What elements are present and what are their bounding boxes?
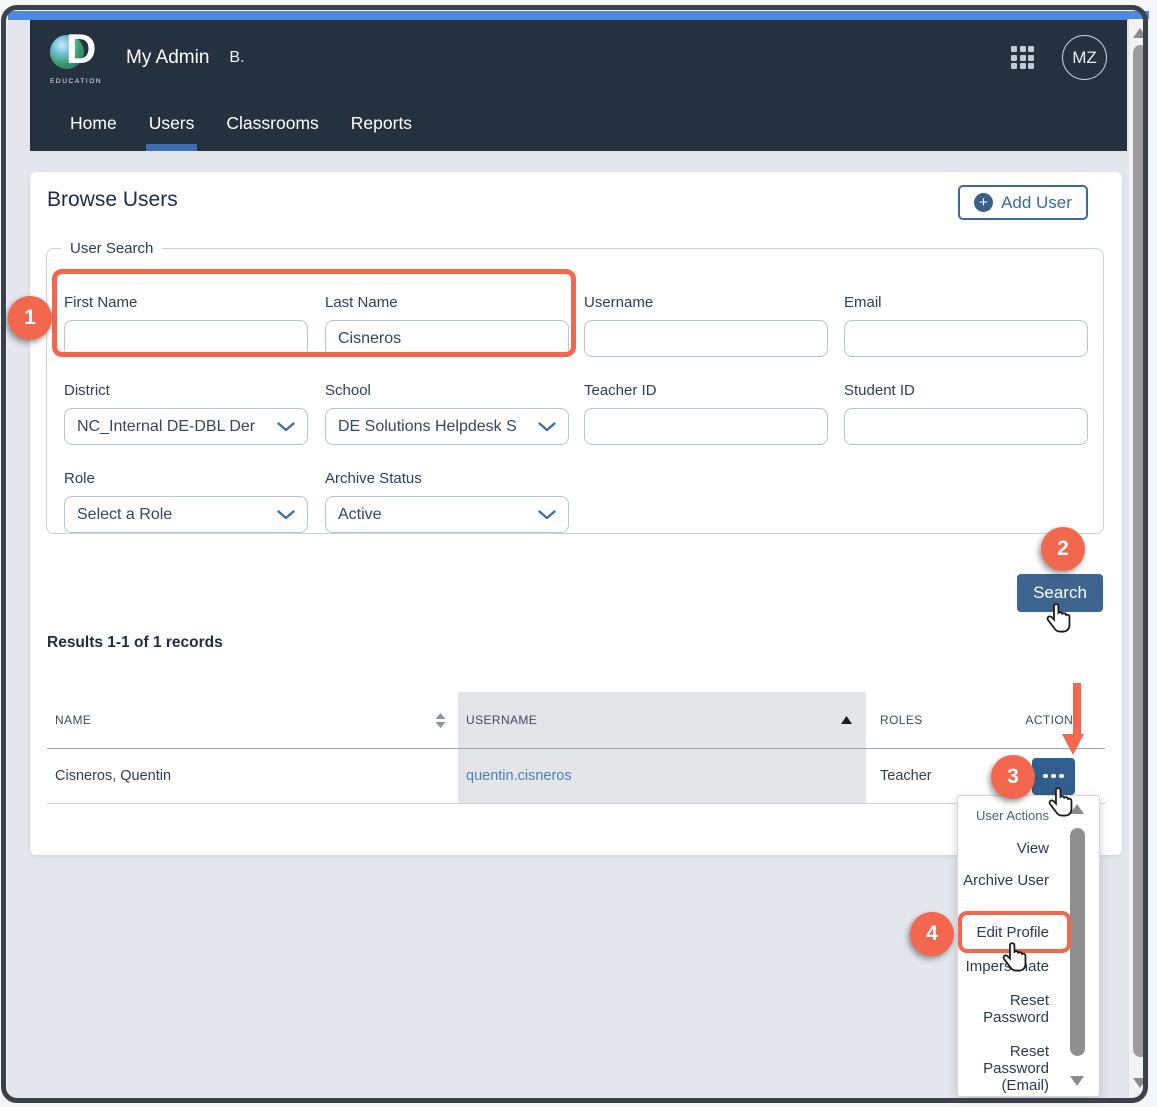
table-row: Cisneros, Quentin quentin.cisneros Teach… [47, 749, 1105, 804]
search-button[interactable]: Search [1017, 574, 1103, 612]
annotation-box-name-fields [52, 269, 576, 357]
app-header: D EDUCATION My Admin B. MZ Home Users Cl… [30, 20, 1127, 151]
user-actions-menu-header: User Actions [976, 808, 1049, 823]
ellipsis-icon [1043, 774, 1048, 779]
column-header-name[interactable]: NAME [47, 692, 458, 748]
avatar[interactable]: MZ [1062, 35, 1107, 80]
column-header-actions: ACTIONS [1002, 692, 1105, 748]
scroll-up-arrow-icon[interactable] [1133, 28, 1147, 38]
menu-item-view[interactable]: View [949, 840, 1049, 857]
results-table: NAME USERNAME ROLES ACTIONS Cisneros, Qu… [47, 692, 1105, 804]
school-label: School [325, 382, 569, 399]
add-user-button[interactable]: + Add User [958, 185, 1088, 220]
plus-circle-icon: + [974, 193, 993, 212]
nav-item-home[interactable]: Home [70, 95, 117, 151]
school-select[interactable]: DE Solutions Helpdesk S [325, 408, 569, 445]
menu-scrollbar-thumb[interactable] [1070, 828, 1085, 1056]
annotation-step-2: 2 [1041, 527, 1085, 571]
annotation-step-1: 1 [8, 296, 52, 340]
apps-grid-icon[interactable] [1011, 46, 1034, 69]
chevron-down-icon [538, 422, 556, 432]
row-actions-button[interactable] [1032, 758, 1075, 795]
page-scrollbar-thumb[interactable] [1133, 45, 1148, 1057]
scroll-down-arrow-icon[interactable] [1133, 1078, 1147, 1088]
menu-item-impersonate[interactable]: Impersonate [949, 958, 1049, 975]
menu-item-reset-password[interactable]: Reset Password [949, 992, 1049, 1026]
chevron-down-icon [277, 422, 295, 432]
discovery-education-logo: D EDUCATION [50, 31, 110, 85]
teacher-id-label: Teacher ID [584, 382, 828, 399]
archive-status-label: Archive Status [325, 470, 569, 487]
student-id-input[interactable] [844, 408, 1088, 445]
annotation-arrow-head [1062, 734, 1084, 755]
chevron-down-icon [538, 510, 556, 520]
username-input[interactable] [584, 320, 828, 357]
nav-item-classrooms[interactable]: Classrooms [226, 95, 318, 151]
cell-name: Cisneros, Quentin [47, 749, 458, 803]
window-accent-bar [8, 11, 1149, 20]
email-label: Email [844, 294, 1088, 311]
username-label: Username [584, 294, 828, 311]
menu-scrollbar[interactable] [1069, 804, 1086, 1086]
role-select[interactable]: Select a Role [64, 496, 308, 533]
annotation-box-edit-profile [958, 911, 1071, 953]
app-subtitle: B. [229, 49, 244, 67]
app-title: My Admin [126, 47, 209, 69]
brand-letter: D [66, 25, 96, 73]
results-summary: Results 1-1 of 1 records [47, 634, 223, 652]
page-title: Browse Users [47, 188, 178, 212]
sort-both-icon[interactable] [435, 713, 446, 728]
role-label: Role [64, 470, 308, 487]
sort-ascending-icon [841, 716, 852, 724]
nav-item-users[interactable]: Users [149, 95, 195, 151]
table-header-row: NAME USERNAME ROLES ACTIONS [47, 692, 1105, 749]
user-search-legend: User Search [61, 240, 162, 257]
page-scrollbar[interactable] [1128, 19, 1150, 1097]
email-input[interactable] [844, 320, 1088, 357]
menu-item-archive-user[interactable]: Archive User [949, 872, 1049, 889]
cell-username: quentin.cisneros [458, 749, 866, 803]
menu-scroll-down-icon[interactable] [1070, 1076, 1084, 1086]
menu-item-reset-password-email[interactable]: Reset Password (Email) [949, 1043, 1049, 1094]
annotation-arrow [1073, 683, 1081, 736]
archive-status-select[interactable]: Active [325, 496, 569, 533]
nav-item-reports[interactable]: Reports [351, 95, 412, 151]
chevron-down-icon [277, 510, 295, 520]
district-select[interactable]: NC_Internal DE-DBL Der [64, 408, 308, 445]
brand-subtext: EDUCATION [50, 78, 102, 85]
username-link[interactable]: quentin.cisneros [466, 768, 572, 784]
student-id-label: Student ID [844, 382, 1088, 399]
district-label: District [64, 382, 308, 399]
annotation-step-3: 3 [991, 755, 1035, 799]
teacher-id-input[interactable] [584, 408, 828, 445]
add-user-label: Add User [1001, 193, 1072, 213]
menu-scroll-up-icon[interactable] [1070, 804, 1084, 814]
main-nav: Home Users Classrooms Reports [30, 95, 1127, 151]
column-header-roles: ROLES [866, 692, 1002, 748]
annotation-step-4: 4 [910, 912, 954, 956]
column-header-username[interactable]: USERNAME [458, 692, 866, 748]
